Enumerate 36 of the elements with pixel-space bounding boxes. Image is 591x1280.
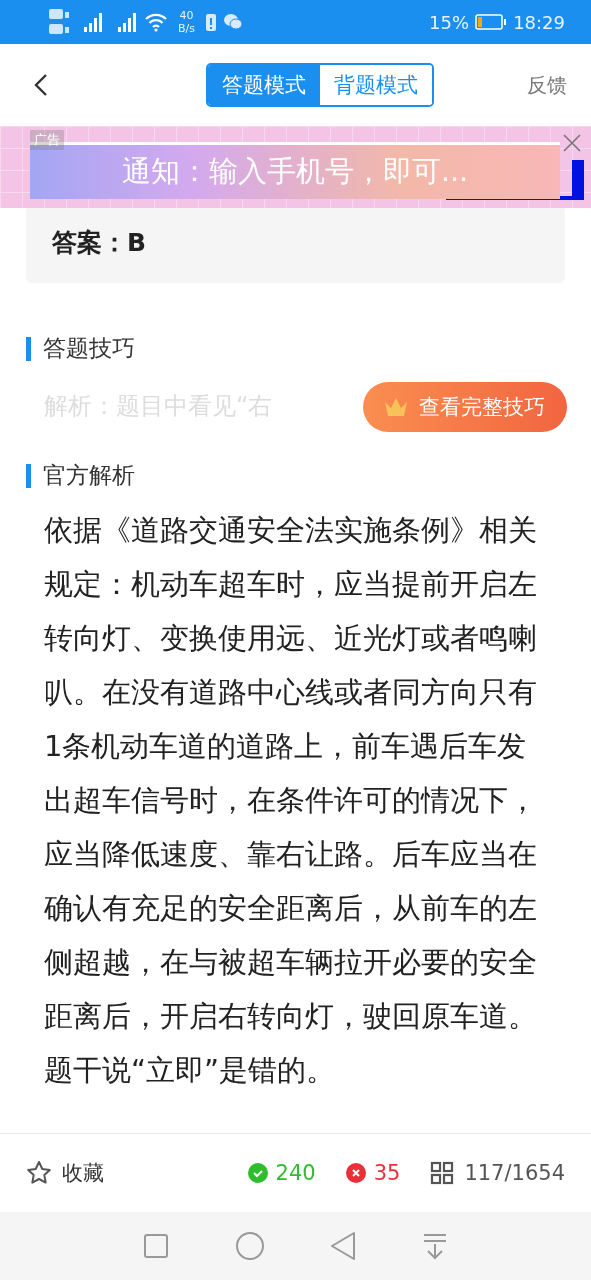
answer-text: 答案：B — [52, 227, 147, 259]
section-marker — [26, 336, 31, 361]
star-icon — [26, 1160, 52, 1186]
chevron-left-icon — [34, 73, 48, 97]
correct-icon — [247, 1163, 268, 1183]
net-speed: 40 — [179, 9, 194, 22]
ad-banner[interactable]: 通知：输入手机号，即可... 广告 — [0, 126, 591, 208]
wifi-icon — [144, 12, 168, 32]
feedback-link[interactable]: 反馈 — [527, 71, 567, 99]
close-icon[interactable] — [561, 132, 583, 154]
recents-icon[interactable] — [142, 1233, 169, 1259]
battery-icon — [475, 14, 508, 30]
view-tips-button[interactable]: 查看完整技巧 — [363, 382, 567, 432]
chat-icon — [223, 13, 243, 31]
section-title: 官方解析 — [43, 461, 135, 490]
wrong-count: 35 — [373, 1161, 401, 1185]
wrong-icon — [345, 1163, 366, 1183]
section-marker — [26, 463, 31, 488]
back-icon[interactable] — [330, 1231, 357, 1261]
grid-icon — [430, 1161, 455, 1185]
ad-card[interactable]: 通知：输入手机号，即可... — [30, 142, 560, 199]
battery-alert-icon — [205, 12, 217, 32]
home-icon[interactable] — [234, 1231, 265, 1261]
section-title: 答题技巧 — [43, 334, 135, 363]
battery-percent: 15% — [429, 11, 470, 33]
favorite-button[interactable]: 收藏 — [26, 1159, 104, 1187]
question-grid-button[interactable]: 117/1654 — [430, 1161, 565, 1185]
correct-count: 240 — [275, 1161, 316, 1185]
mode-tab[interactable]: 答题模式 — [207, 65, 320, 105]
collapse-icon[interactable] — [422, 1232, 449, 1260]
net-speed-unit: B/s — [178, 22, 195, 35]
clock: 18:29 — [513, 11, 565, 33]
crown-icon — [383, 396, 409, 418]
ad-text: 通知：输入手机号，即可... — [121, 153, 469, 190]
ad-tag: 广告 — [30, 130, 64, 150]
explanation-text: 依据《道路交通安全法实施条例》相关规定：机动车超车时，应当提前开启左转向灯、变换使用远、近光灯或者鸣喇叭。在没有道路中心线或者同方向只有1条机动车道的道路上，前车遇后车发出超车信号时，在条件许可的情况下，应当降低速度、靠右让路。后车应当在确认有充足的安全距离后，从前车的左侧超越，在与被超车辆拉开必要的安全距离后，开启右转向灯，驶回原车道。题干说“立即”是错的。 — [44, 512, 538, 1089]
